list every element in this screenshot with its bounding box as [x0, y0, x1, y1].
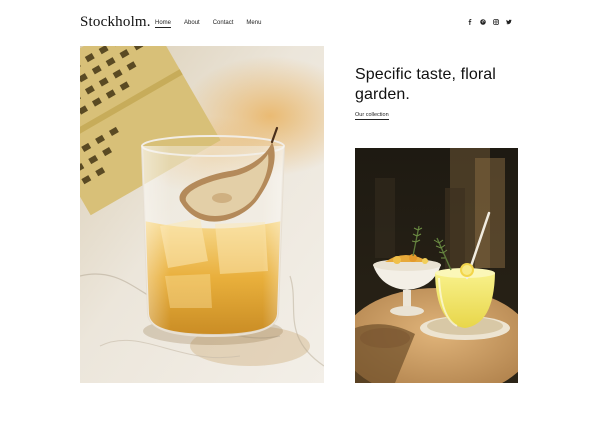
nav-item-home[interactable]: Home [155, 20, 172, 28]
social-links [467, 19, 512, 25]
pinterest-icon[interactable] [480, 19, 486, 25]
nav-item-menu[interactable]: Menu [246, 20, 261, 28]
drink-photo-pear [80, 46, 324, 383]
drink-photo-cocktail [355, 148, 518, 383]
nav-item-contact[interactable]: Contact [213, 20, 234, 28]
site-header: Stockholm. Home About Contact Menu [0, 0, 600, 48]
twitter-icon[interactable] [506, 19, 512, 25]
facebook-icon[interactable] [467, 19, 473, 25]
site-logo[interactable]: Stockholm. [80, 14, 151, 31]
nav-item-about[interactable]: About [184, 20, 200, 28]
main-nav: Home About Contact Menu [155, 20, 261, 28]
instagram-icon[interactable] [493, 19, 499, 25]
our-collection-link[interactable]: Our collection [355, 112, 389, 120]
hero-headline: Specific taste, floral garden. [355, 66, 496, 103]
